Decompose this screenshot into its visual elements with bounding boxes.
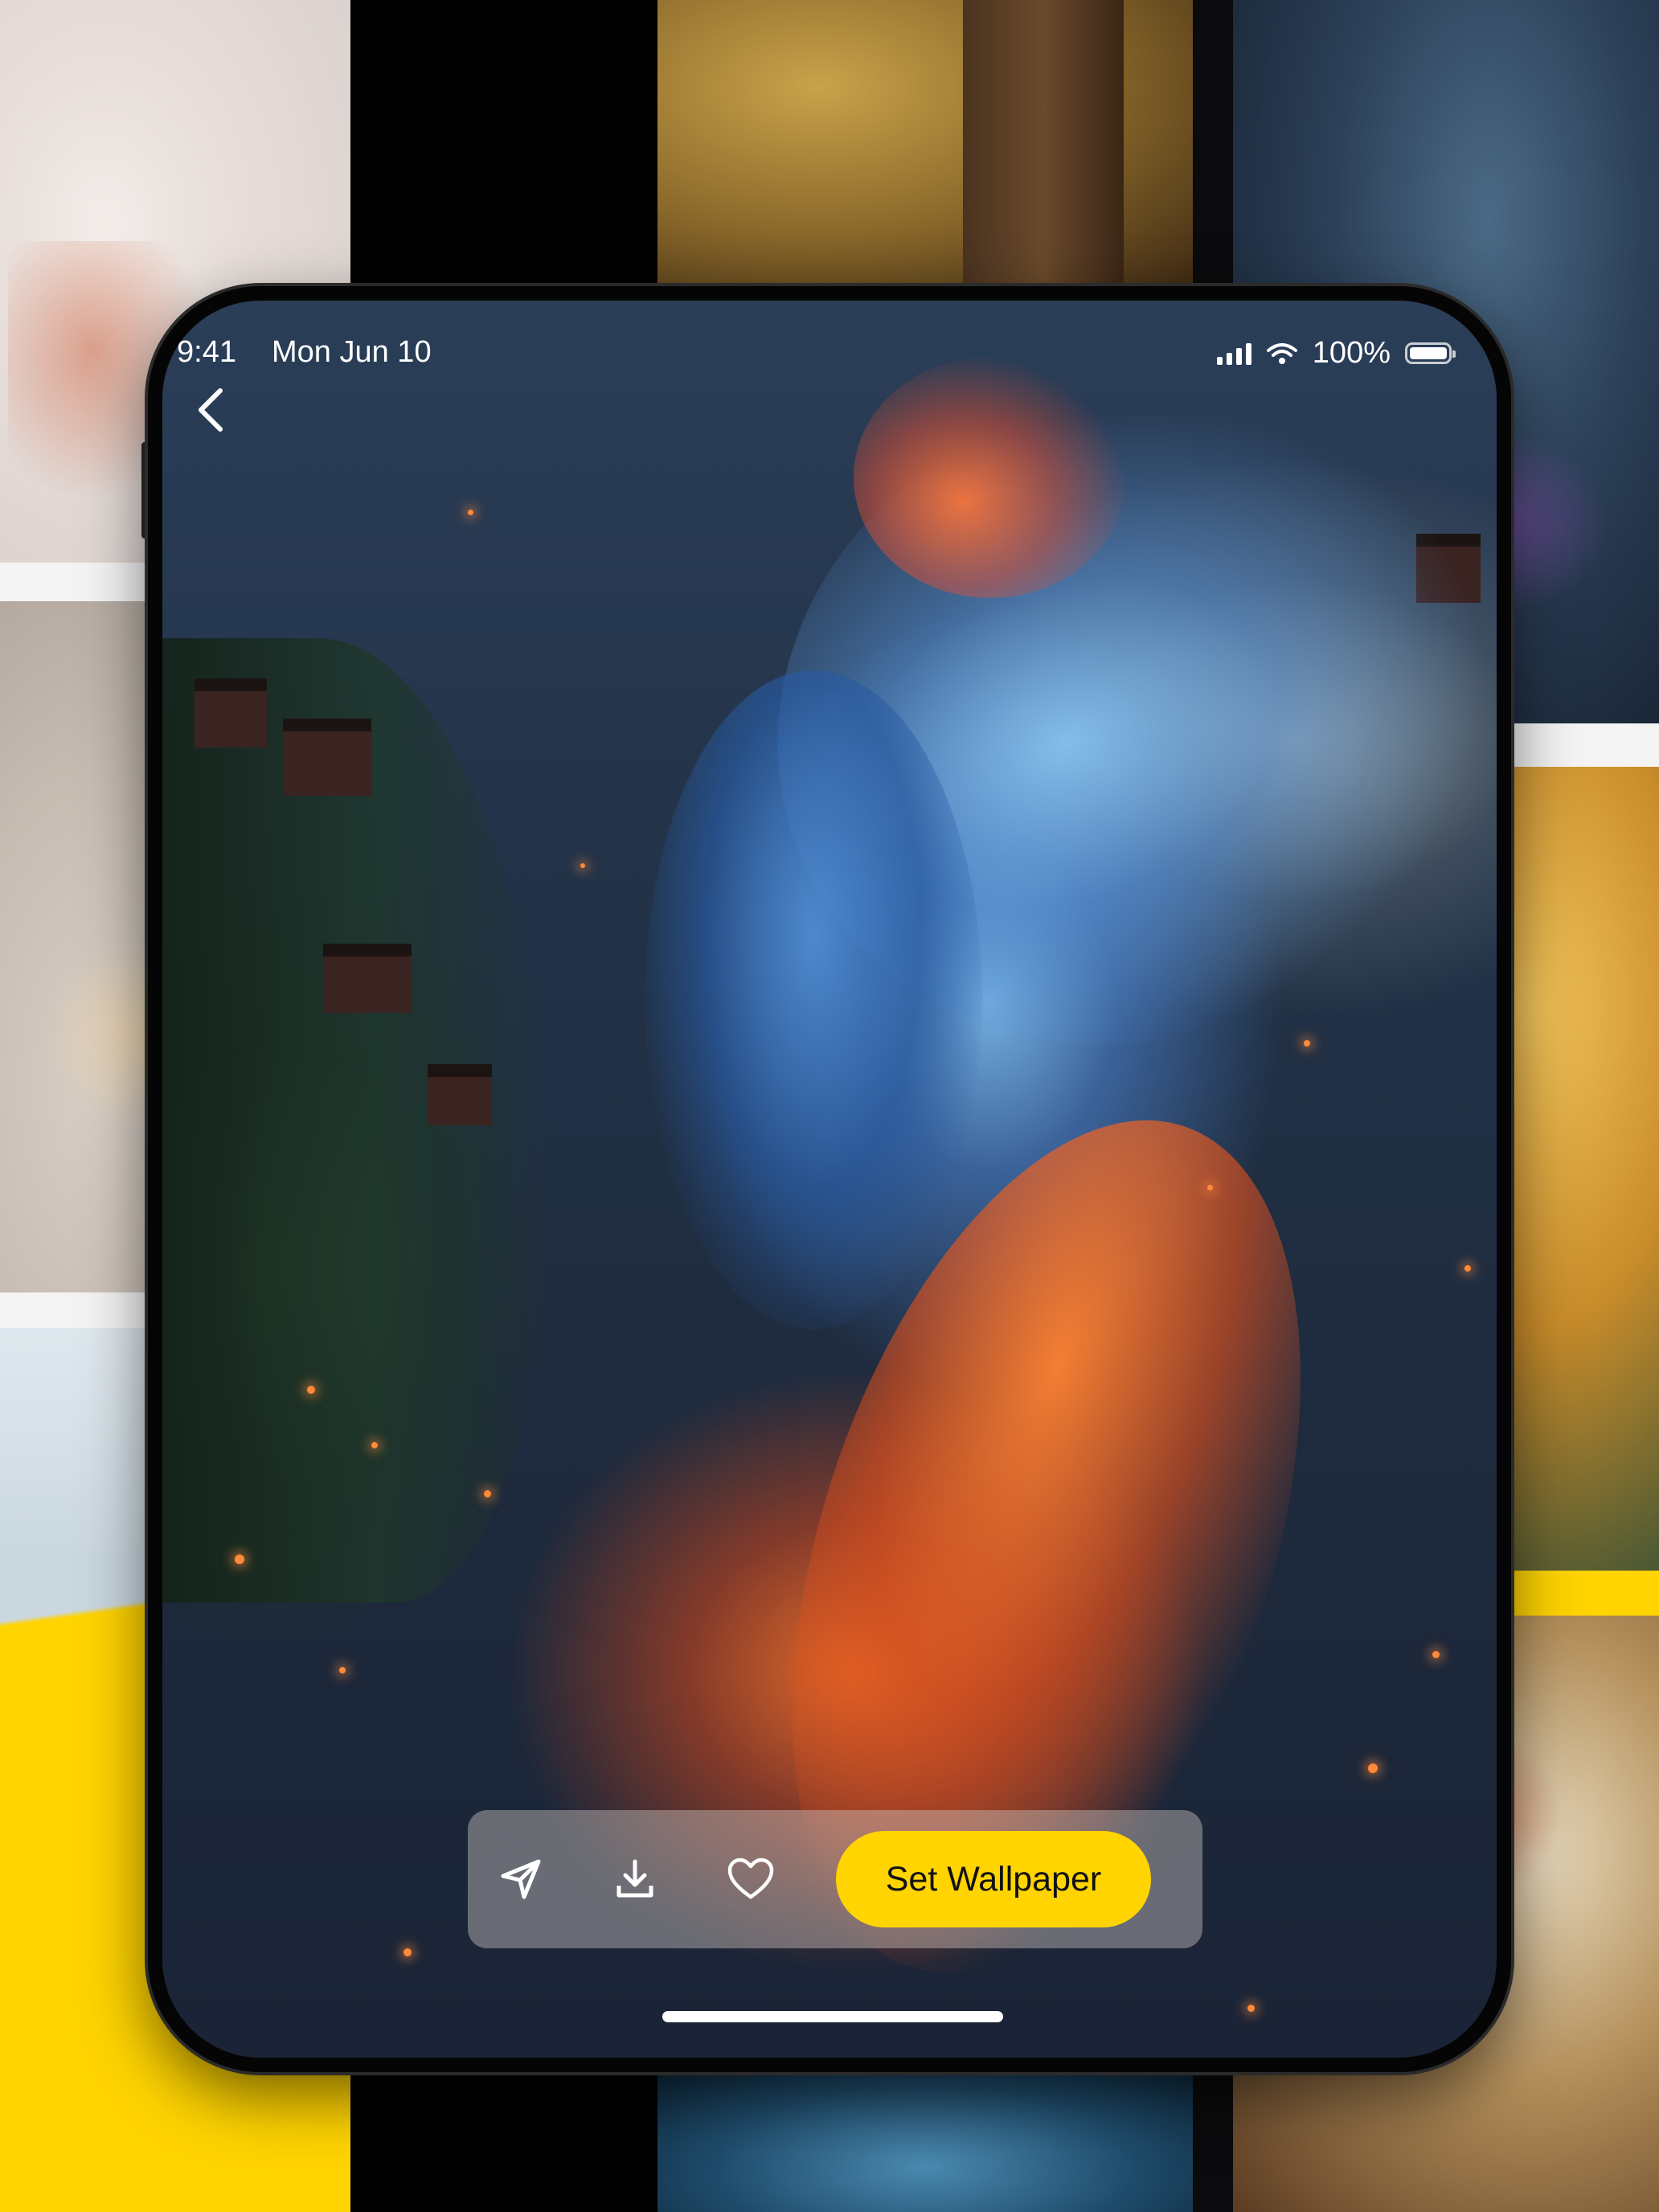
status-bar: 9:41 Mon Jun 10 100%: [0, 305, 1659, 410]
device-side-button: [141, 442, 148, 539]
back-button[interactable]: [186, 378, 235, 442]
heart-icon: [727, 1858, 774, 1899]
home-indicator[interactable]: [662, 2011, 1003, 2022]
battery-percentage: 100%: [1312, 336, 1391, 370]
share-button[interactable]: [489, 1847, 553, 1911]
cellular-signal-icon: [1216, 342, 1251, 365]
wifi-icon: [1266, 342, 1297, 364]
chevron-left-icon: [199, 388, 223, 432]
wallpaper-preview: [162, 301, 1497, 2058]
favorite-button[interactable]: [719, 1847, 783, 1911]
send-icon: [501, 1859, 541, 1899]
status-indicators: 100%: [1216, 336, 1456, 371]
tablet-device-frame: [148, 286, 1511, 2072]
download-button[interactable]: [603, 1847, 667, 1911]
bg-tile-golden-tree: [657, 0, 1193, 289]
bg-tile-blue-forest: [657, 2058, 1193, 2212]
battery-icon: [1405, 342, 1456, 364]
download-icon: [616, 1859, 653, 1898]
set-wallpaper-button[interactable]: Set Wallpaper: [836, 1831, 1151, 1927]
wallpaper-action-bar: Set Wallpaper: [468, 1810, 1202, 1948]
status-time: 9:41: [177, 335, 236, 369]
embers: [162, 301, 1497, 2058]
status-date: Mon Jun 10: [272, 335, 432, 369]
